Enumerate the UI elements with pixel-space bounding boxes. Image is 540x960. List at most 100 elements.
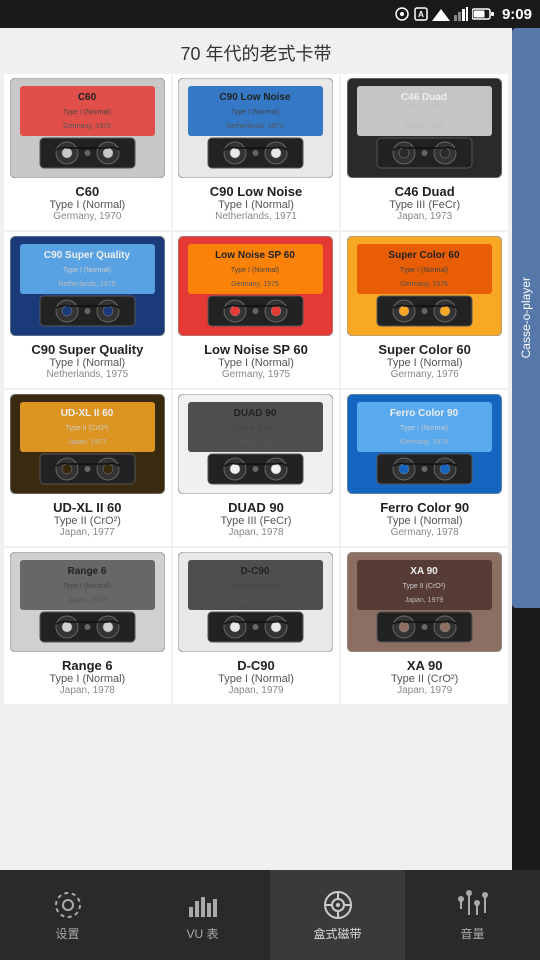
cassette-origin-d-c90: Japan, 1979	[228, 685, 283, 696]
cassette-name-duad-90: DUAD 90	[228, 500, 284, 515]
svg-text:Japan, 1978: Japan, 1978	[68, 597, 107, 604]
cassette-name-c60: C60	[75, 184, 99, 199]
cassette-image-ferro-color-90: Ferro Color 90 Type I (Normal) Germany, …	[347, 394, 502, 494]
cassette-name-range-6: Range 6	[62, 658, 113, 673]
svg-text:Germany, 1978: Germany, 1978	[400, 439, 448, 446]
signal-icon	[454, 7, 468, 21]
svg-text:Japan, 1978: Japan, 1978	[236, 439, 275, 446]
svg-text:Type II (CrO²): Type II (CrO²)	[65, 425, 108, 432]
cassette-image-c46-duad: C46 Duad Type III (FeCr) Japan, 1973	[347, 78, 502, 178]
svg-text:Netherlands, 1975: Netherlands, 1975	[58, 281, 115, 288]
cassette-image-duad-90: DUAD 90 Type III (FeCr) Japan, 1978	[178, 394, 333, 494]
status-bar: A 9:09	[0, 0, 540, 28]
cassette-origin-duad-90: Japan, 1978	[228, 527, 283, 538]
cassette-name-xa-90: XA 90	[407, 658, 443, 673]
svg-text:XA 90: XA 90	[410, 566, 438, 577]
cassette-origin-c90-low-noise: Netherlands, 1971	[215, 211, 297, 222]
cassette-item-d-c90[interactable]: D-C90 Type I (Normal) Japan, 1979 D-C90T…	[173, 548, 340, 704]
cassette-image-range-6: Range 6 Type I (Normal) Japan, 1978	[10, 552, 165, 652]
cassette-item-duad-90[interactable]: DUAD 90 Type III (FeCr) Japan, 1978 DUAD…	[173, 390, 340, 546]
cassette-type-super-color-60: Type I (Normal)	[387, 357, 463, 369]
cassette-image-c90-super-quality: C90 Super Quality Type I (Normal) Nether…	[10, 236, 165, 336]
volume-nav-icon	[457, 889, 489, 921]
cassette-origin-range-6: Japan, 1978	[60, 685, 115, 696]
settings-nav-icon	[52, 889, 84, 921]
cassette-item-c90-super-quality[interactable]: C90 Super Quality Type I (Normal) Nether…	[4, 232, 171, 388]
cassette-name-ud-xl-ii-60: UD-XL II 60	[53, 500, 121, 515]
a-icon: A	[414, 7, 428, 21]
page-title: 70 年代的老式卡带	[0, 28, 512, 74]
cassette-name-super-color-60: Super Color 60	[378, 342, 470, 357]
bottom-nav: 设置 VU 表 盒式磁带	[0, 870, 540, 960]
nav-item-vu[interactable]: VU 表	[135, 870, 270, 960]
svg-text:Type III (FeCr): Type III (FeCr)	[233, 425, 278, 432]
cassette-name-ferro-color-90: Ferro Color 90	[380, 500, 469, 515]
cassette-item-range-6[interactable]: Range 6 Type I (Normal) Japan, 1978 Rang…	[4, 548, 171, 704]
svg-text:UD-XL II 60: UD-XL II 60	[61, 408, 114, 419]
svg-text:Range 6: Range 6	[67, 566, 106, 577]
main-content: 70 年代的老式卡带 C60	[0, 28, 512, 870]
svg-text:Type I (Normal): Type I (Normal)	[231, 583, 279, 590]
cassette-name-d-c90: D-C90	[237, 658, 275, 673]
svg-text:Type I (Normal): Type I (Normal)	[400, 267, 448, 274]
cassette-item-c46-duad[interactable]: C46 Duad Type III (FeCr) Japan, 1973 C46…	[341, 74, 508, 230]
wifi-icon	[432, 7, 450, 21]
cassette-item-super-color-60[interactable]: Super Color 60 Type I (Normal) Germany, …	[341, 232, 508, 388]
cassette-type-d-c90: Type I (Normal)	[218, 673, 294, 685]
svg-text:Type I (Normal): Type I (Normal)	[231, 109, 279, 116]
svg-text:Japan, 1979: Japan, 1979	[405, 597, 444, 604]
nav-item-volume[interactable]: 音量	[405, 870, 540, 960]
cassette-type-ferro-color-90: Type I (Normal)	[387, 515, 463, 527]
cassette-type-c46-duad: Type III (FeCr)	[389, 199, 460, 211]
svg-text:Low Noise SP 60: Low Noise SP 60	[216, 250, 296, 261]
cassette-item-ferro-color-90[interactable]: Ferro Color 90 Type I (Normal) Germany, …	[341, 390, 508, 546]
cassette-type-ud-xl-ii-60: Type II (CrO²)	[54, 515, 121, 527]
svg-text:Japan, 1979: Japan, 1979	[236, 597, 275, 604]
cassette-item-c60[interactable]: C60 Type I (Normal) Germany, 1970 C60Typ…	[4, 74, 171, 230]
svg-text:Super Color 60: Super Color 60	[389, 250, 461, 261]
cassette-image-low-noise-sp60: Low Noise SP 60 Type I (Normal) Germany,…	[178, 236, 333, 336]
svg-text:C90 Super Quality: C90 Super Quality	[44, 250, 131, 261]
svg-text:DUAD 90: DUAD 90	[234, 408, 277, 419]
status-time: 9:09	[502, 6, 532, 23]
cassette-origin-ferro-color-90: Germany, 1978	[391, 527, 459, 538]
side-tab[interactable]: Casse-o-player	[512, 28, 540, 608]
cassette-image-super-color-60: Super Color 60 Type I (Normal) Germany, …	[347, 236, 502, 336]
svg-text:Japan, 1977: Japan, 1977	[68, 439, 107, 446]
svg-text:A: A	[418, 10, 424, 19]
cassette-origin-low-noise-sp60: Germany, 1975	[222, 369, 290, 380]
svg-text:Japan, 1973: Japan, 1973	[405, 123, 444, 130]
svg-text:Germany, 1975: Germany, 1975	[232, 281, 280, 288]
cassette-type-low-noise-sp60: Type I (Normal)	[218, 357, 294, 369]
cassette-item-low-noise-sp60[interactable]: Low Noise SP 60 Type I (Normal) Germany,…	[173, 232, 340, 388]
svg-text:Germany, 1970: Germany, 1970	[63, 123, 111, 130]
cassette-origin-xa-90: Japan, 1979	[397, 685, 452, 696]
svg-text:Type I (Normal): Type I (Normal)	[63, 583, 111, 590]
cassette-item-xa-90[interactable]: XA 90 Type II (CrO²) Japan, 1979 XA 90Ty…	[341, 548, 508, 704]
svg-text:D-C90: D-C90	[241, 566, 270, 577]
cassette-grid: C60 Type I (Normal) Germany, 1970 C60Typ…	[0, 74, 512, 708]
svg-text:Type III (FeCr): Type III (FeCr)	[402, 109, 447, 116]
svg-text:Germany, 1976: Germany, 1976	[400, 281, 448, 288]
cassette-origin-c46-duad: Japan, 1973	[397, 211, 452, 222]
cassette-origin-ud-xl-ii-60: Japan, 1977	[60, 527, 115, 538]
cassette-type-c90-low-noise: Type I (Normal)	[218, 199, 294, 211]
side-tab-label: Casse-o-player	[519, 277, 533, 358]
cassette-type-c60: Type I (Normal)	[49, 199, 125, 211]
cassette-item-ud-xl-ii-60[interactable]: UD-XL II 60 Type II (CrO²) Japan, 1977 U…	[4, 390, 171, 546]
cassette-item-c90-low-noise[interactable]: C90 Low Noise Type I (Normal) Netherland…	[173, 74, 340, 230]
svg-text:Type II (CrO²): Type II (CrO²)	[403, 583, 446, 590]
nav-item-cassette[interactable]: 盒式磁带	[270, 870, 405, 960]
cassette-image-ud-xl-ii-60: UD-XL II 60 Type II (CrO²) Japan, 1977	[10, 394, 165, 494]
cassette-name-c90-low-noise: C90 Low Noise	[210, 184, 302, 199]
svg-text:Type I (Normal): Type I (Normal)	[231, 267, 279, 274]
settings-icon	[394, 7, 410, 21]
svg-text:C90 Low Noise: C90 Low Noise	[220, 92, 292, 103]
cassette-nav-icon	[322, 889, 354, 921]
cassette-image-c90-low-noise: C90 Low Noise Type I (Normal) Netherland…	[178, 78, 333, 178]
nav-vu-label: VU 表	[186, 925, 218, 942]
nav-item-settings[interactable]: 设置	[0, 870, 135, 960]
cassette-type-duad-90: Type III (FeCr)	[221, 515, 292, 527]
cassette-name-c46-duad: C46 Duad	[395, 184, 455, 199]
cassette-type-range-6: Type I (Normal)	[49, 673, 125, 685]
